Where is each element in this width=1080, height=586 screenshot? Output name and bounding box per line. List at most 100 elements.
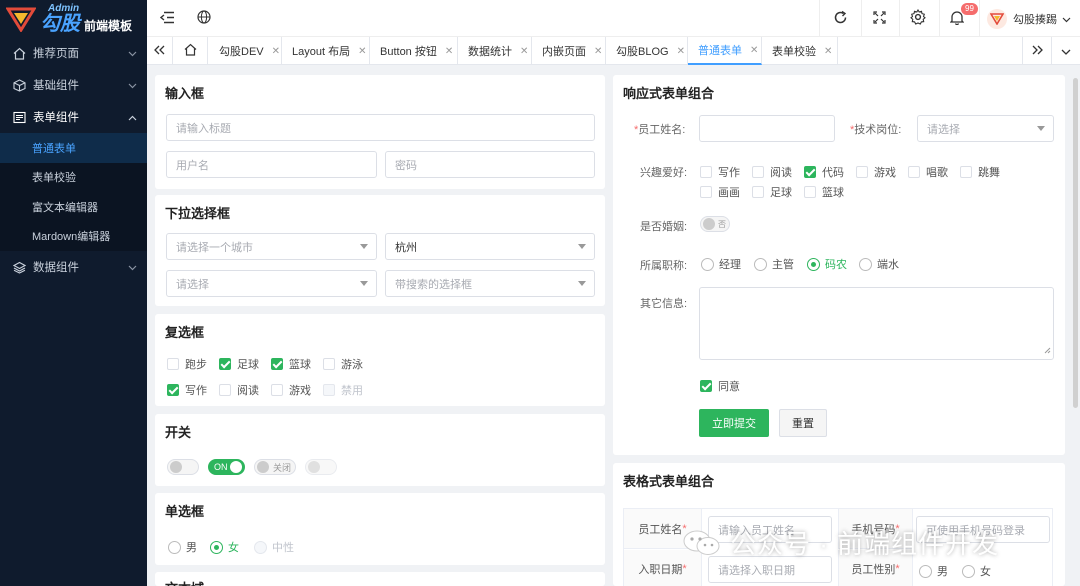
logo-main-text: 勾股 xyxy=(40,12,80,35)
close-icon[interactable]: ✕ xyxy=(594,46,602,57)
checkbox-gaming[interactable]: 游戏 xyxy=(271,382,311,398)
globe-icon xyxy=(197,10,211,27)
sidebar-item-basic[interactable]: 基础组件 xyxy=(0,69,147,101)
hobby-singing[interactable]: 唱歌 xyxy=(908,164,948,180)
tab-layout[interactable]: Layout 布局 ✕ xyxy=(282,37,370,65)
reset-button[interactable]: 重置 xyxy=(779,409,827,437)
close-icon[interactable]: ✕ xyxy=(824,46,832,57)
sidebar-subitem-markdown-editor[interactable]: Mardown编辑器 xyxy=(0,222,147,252)
input-card: 输入框 请输入标题 用户名 密码 xyxy=(155,75,605,189)
agree-checkbox[interactable]: 同意 xyxy=(700,378,740,394)
settings-button[interactable] xyxy=(904,0,932,37)
tab-normal-form[interactable]: 普通表单 ✕ xyxy=(688,37,762,65)
table-gender-female[interactable]: 女 xyxy=(962,563,991,579)
switch-off-labeled[interactable]: 关闭 xyxy=(254,459,296,475)
other-label: 其它信息: xyxy=(640,298,688,310)
close-icon[interactable]: ✕ xyxy=(750,45,758,56)
sidebar-subitem-form-validation[interactable]: 表单校验 xyxy=(0,163,147,193)
tab-scroll-right-button[interactable] xyxy=(1022,37,1052,65)
username-input[interactable]: 用户名 xyxy=(166,151,377,178)
close-icon[interactable]: ✕ xyxy=(445,46,453,57)
title-water[interactable]: 端水 xyxy=(859,256,899,272)
city-select-filled[interactable]: 杭州 xyxy=(385,233,595,260)
radio-label: 端水 xyxy=(877,259,899,271)
checkbox-football[interactable]: 足球 xyxy=(219,356,259,372)
title-input[interactable]: 请输入标题 xyxy=(166,114,595,141)
chevron-up-icon xyxy=(128,112,137,124)
other-info-textarea[interactable] xyxy=(699,287,1054,360)
employee-name-input[interactable] xyxy=(699,115,835,142)
hobby-basketball[interactable]: 篮球 xyxy=(804,184,844,200)
post-select[interactable]: 请选择 xyxy=(917,115,1054,142)
notifications-button[interactable]: 99 xyxy=(942,0,978,37)
checkbox-label: 游戏 xyxy=(289,385,311,397)
fullscreen-button[interactable] xyxy=(865,0,893,37)
checkbox-label: 阅读 xyxy=(237,385,259,397)
refresh-button[interactable] xyxy=(827,0,853,37)
radio-label: 女 xyxy=(980,566,991,578)
card-title: 响应式表单组合 xyxy=(623,86,715,101)
switch-off[interactable] xyxy=(167,459,199,475)
tab-gougu-dev[interactable]: 勾股DEV ✕ xyxy=(209,37,282,65)
gear-icon xyxy=(910,8,926,28)
switch-disabled xyxy=(305,459,337,475)
hobby-reading[interactable]: 阅读 xyxy=(752,164,792,180)
tab-embedded-page[interactable]: 内嵌页面 ✕ xyxy=(532,37,606,65)
sidebar-item-data[interactable]: 数据组件 xyxy=(0,251,147,283)
title-coder[interactable]: 码农 xyxy=(807,256,847,272)
sidebar-item-label: 数据组件 xyxy=(33,262,79,274)
checkbox-reading[interactable]: 阅读 xyxy=(219,382,259,398)
sidebar-subitem-normal-form[interactable]: 普通表单 xyxy=(0,133,147,163)
hobby-football[interactable]: 足球 xyxy=(752,184,792,200)
title-supervisor[interactable]: 主管 xyxy=(754,256,794,272)
table-gender-male[interactable]: 男 xyxy=(919,563,948,579)
close-icon[interactable]: ✕ xyxy=(677,46,685,57)
title-manager[interactable]: 经理 xyxy=(701,256,741,272)
generic-select[interactable]: 请选择 xyxy=(166,270,377,297)
married-switch[interactable]: 否 xyxy=(700,216,730,232)
tab-data-stats[interactable]: 数据统计 ✕ xyxy=(458,37,532,65)
radio-female[interactable]: 女 xyxy=(210,539,239,555)
city-select[interactable]: 请选择一个城市 xyxy=(166,233,377,260)
tab-label: 普通表单 xyxy=(698,45,742,57)
tab-form-validation[interactable]: 表单校验 ✕ xyxy=(762,37,838,65)
header-divider xyxy=(979,0,980,37)
checkbox-running[interactable]: 跑步 xyxy=(167,356,207,372)
sidebar: Admin 勾股 前端模板 推荐页面 基础组件 表单组件 普通表单 表单校验 富… xyxy=(0,0,147,586)
switch-on[interactable]: ON xyxy=(208,459,245,475)
radio-dot-selected xyxy=(807,257,820,271)
hobby-writing[interactable]: 写作 xyxy=(700,164,740,180)
checkbox-swimming[interactable]: 游泳 xyxy=(323,356,363,372)
collapse-menu-button[interactable] xyxy=(155,0,179,37)
tab-scroll-left-button[interactable] xyxy=(147,37,173,65)
hobby-drawing[interactable]: 画画 xyxy=(700,184,740,200)
chevron-down-icon xyxy=(1061,44,1071,58)
sidebar-item-recommend[interactable]: 推荐页面 xyxy=(0,37,147,69)
logo[interactable]: Admin 勾股 前端模板 xyxy=(0,0,147,37)
radio-dot xyxy=(754,257,767,271)
user-menu[interactable]: 勾股揍踢 xyxy=(987,0,1075,37)
checkbox-basketball[interactable]: 篮球 xyxy=(271,356,311,372)
hobby-gaming[interactable]: 游戏 xyxy=(856,164,896,180)
checkbox-writing[interactable]: 写作 xyxy=(167,382,207,398)
submit-button[interactable]: 立即提交 xyxy=(699,409,769,437)
searchable-select[interactable]: 带搜索的选择框 xyxy=(385,270,595,297)
radio-male[interactable]: 男 xyxy=(168,539,197,555)
resize-handle-icon[interactable] xyxy=(1044,345,1051,357)
tab-home[interactable] xyxy=(174,37,208,65)
tab-button[interactable]: Button 按钮 ✕ xyxy=(370,37,458,65)
hobby-coding[interactable]: 代码 xyxy=(804,164,844,180)
hobby-dancing[interactable]: 跳舞 xyxy=(960,164,1000,180)
sidebar-subitem-rich-editor[interactable]: 富文本编辑器 xyxy=(0,192,147,222)
double-chevron-right-icon xyxy=(1032,44,1043,58)
close-icon[interactable]: ✕ xyxy=(272,46,280,57)
tab-gougu-blog[interactable]: 勾股BLOG ✕ xyxy=(606,37,688,65)
responsive-form-card: 响应式表单组合 *员工姓名: *技术岗位: 请选择 兴趣爱好: 写作 阅读 代码… xyxy=(613,75,1065,455)
language-button[interactable] xyxy=(192,0,216,37)
tab-menu-dropdown[interactable] xyxy=(1052,37,1080,65)
password-input[interactable]: 密码 xyxy=(385,151,595,178)
page-scrollbar[interactable] xyxy=(1073,78,1078,408)
close-icon[interactable]: ✕ xyxy=(358,46,366,57)
sidebar-item-form[interactable]: 表单组件 xyxy=(0,101,147,133)
close-icon[interactable]: ✕ xyxy=(520,46,528,57)
